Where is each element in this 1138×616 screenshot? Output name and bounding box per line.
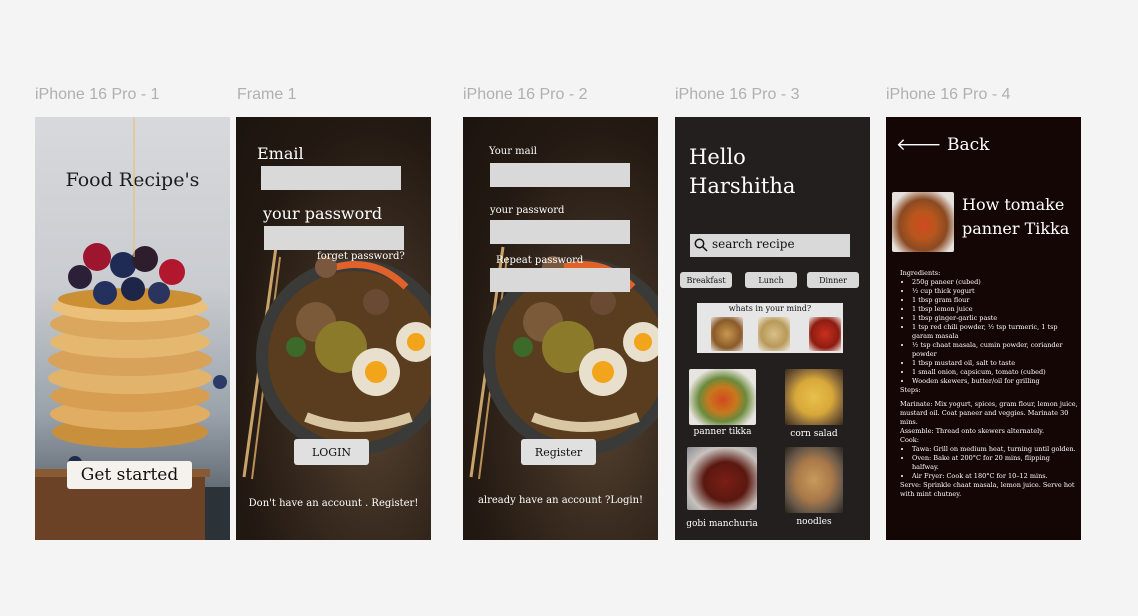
ingredient-item: 1 tsp red chili powder, ½ tsp turmeric, … [912, 323, 1078, 341]
chip-breakfast[interactable]: Breakfast [680, 272, 732, 288]
password-field[interactable] [490, 220, 630, 244]
recipe-card-gobi-manchuria[interactable]: gobi manchuria [686, 447, 758, 529]
mind-title: whats in your mind? [728, 304, 812, 313]
step-cook: Cook: [900, 436, 919, 444]
frame-label-2: Frame 1 [237, 86, 297, 103]
get-started-button[interactable]: Get started [67, 461, 192, 489]
register-button[interactable]: Register [521, 439, 596, 465]
whats-in-your-mind-panel: whats in your mind? [697, 303, 843, 353]
mind-thumb-1[interactable] [711, 317, 743, 351]
recipe-title: How tomake panner Tikka [962, 193, 1069, 241]
ingredient-item: 1 small onion, capsicum, tomato (cubed) [912, 368, 1078, 377]
mail-label: Your mail [489, 146, 537, 157]
search-placeholder: search recipe [712, 237, 795, 251]
back-label: Back [947, 135, 990, 155]
forgot-password-link[interactable]: forget password? [317, 251, 405, 262]
step-serve: Serve: Sprinkle chaat masala, lemon juic… [900, 481, 1075, 498]
recipe-card-title: panner tikka [693, 427, 752, 437]
recipe-card-title: gobi manchuria [686, 519, 758, 529]
repeat-password-label: Repeat password [496, 255, 584, 266]
recipe-card-image [687, 447, 757, 510]
search-input[interactable]: search recipe [690, 234, 850, 257]
cook-method-item: Oven: Bake at 200°C for 20 mins, flippin… [912, 454, 1078, 472]
recipe-card-title: noodles [796, 517, 832, 527]
ingredients-list: 250g paneer (cubed) ½ cup thick yogurt 1… [900, 278, 1078, 386]
step-assemble: Assemble: Thread onto skewers alternatel… [900, 427, 1045, 435]
mail-field[interactable] [490, 163, 630, 187]
back-button[interactable]: 🡐 Back [896, 135, 989, 155]
greeting-user-name: Harshitha [689, 174, 796, 198]
password-field[interactable] [264, 226, 404, 250]
cook-method-item: Tawa: Grill on medium heat, turning unti… [912, 445, 1078, 454]
login-screen: Email your password forget password? LOG… [236, 117, 431, 540]
ingredients-heading: Ingredients: [900, 269, 941, 277]
register-screen: Your mail your password Repeat password … [463, 117, 658, 540]
greeting: Hello Harshitha [689, 143, 795, 201]
password-label: your password [263, 204, 383, 223]
arrow-left-icon: 🡐 [896, 135, 942, 155]
mind-thumb-3[interactable] [809, 317, 841, 351]
password-label: your password [490, 205, 565, 216]
frame-label-4: iPhone 16 Pro - 3 [675, 86, 800, 103]
frame-label-5: iPhone 16 Pro - 4 [886, 86, 1011, 103]
chip-dinner[interactable]: Dinner [807, 272, 859, 288]
recipe-card-image [785, 369, 843, 425]
recipe-body: Ingredients: 250g paneer (cubed) ½ cup t… [900, 269, 1078, 499]
ingredient-item: 1 tbsp gram flour [912, 296, 1078, 305]
register-link[interactable]: Don't have an account . Register! [236, 498, 431, 509]
recipe-screen: 🡐 Back How tomake panner Tikka Ingredien… [886, 117, 1081, 540]
recipe-card-corn-salad[interactable]: corn salad [785, 369, 843, 439]
greeting-line-1: Hello [689, 145, 746, 169]
cook-method-item: Air Fryer: Cook at 180°C for 10–12 mins. [912, 472, 1078, 481]
ingredient-item: 250g paneer (cubed) [912, 278, 1078, 287]
login-button[interactable]: LOGIN [294, 439, 369, 465]
frame-label-1: iPhone 16 Pro - 1 [35, 86, 160, 103]
steps-heading: Steps: [900, 386, 921, 394]
cook-methods-list: Tawa: Grill on medium heat, turning unti… [900, 445, 1078, 481]
ingredient-item: Wooden skewers, butter/oil for grilling [912, 377, 1078, 386]
recipe-image [892, 192, 954, 252]
home-screen: Hello Harshitha search recipe Breakfast … [675, 117, 870, 540]
step-marinate: Marinate: Mix yogurt, spices, gram flour… [900, 400, 1078, 426]
recipe-card-panner-tikka[interactable]: panner tikka [689, 369, 756, 437]
recipe-card-image [689, 369, 756, 425]
recipe-title-line-2: panner Tikka [962, 219, 1070, 238]
email-label: Email [257, 144, 304, 163]
mind-thumb-2[interactable] [758, 317, 790, 351]
ingredient-item: 1 tbsp mustard oil, salt to taste [912, 359, 1078, 368]
welcome-screen: Food Recipe's Get started [35, 117, 230, 540]
ingredient-item: ½ tsp chaat masala, cumin powder, corian… [912, 341, 1078, 359]
recipe-card-noodles[interactable]: noodles [785, 447, 843, 527]
recipe-card-image [785, 447, 843, 513]
search-icon [694, 238, 708, 252]
ingredient-item: ½ cup thick yogurt [912, 287, 1078, 296]
ingredient-item: 1 tbsp ginger-garlic paste [912, 314, 1078, 323]
recipe-title-line-1: How tomake [962, 195, 1065, 214]
repeat-password-field[interactable] [490, 268, 630, 292]
frame-label-3: iPhone 16 Pro - 2 [463, 86, 588, 103]
recipe-card-title: corn salad [790, 429, 838, 439]
email-field[interactable] [261, 166, 401, 190]
ingredient-item: 1 tbsp lemon juice [912, 305, 1078, 314]
chip-lunch[interactable]: Lunch [745, 272, 797, 288]
login-link[interactable]: already have an account ?Login! [463, 495, 658, 506]
